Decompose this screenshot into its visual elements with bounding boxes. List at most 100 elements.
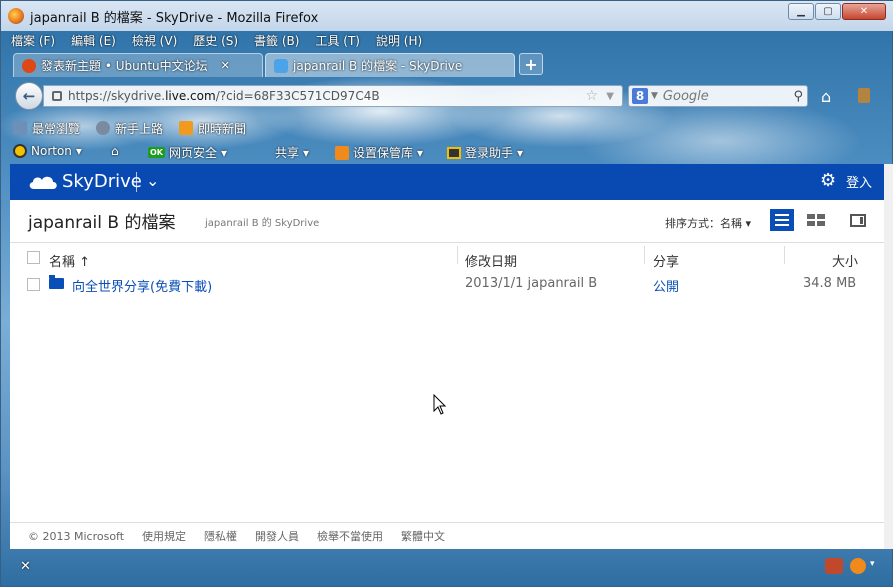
norton-icon	[13, 144, 27, 158]
addon-bar-close-icon[interactable]: ✕	[20, 559, 31, 574]
column-divider	[784, 246, 785, 264]
menu-tools[interactable]: 工具 (T)	[313, 32, 362, 50]
sign-in-link[interactable]: 登入	[846, 172, 872, 191]
home-addon-button[interactable]: ⌂	[111, 144, 119, 158]
home-icon: ⌂	[111, 144, 119, 158]
search-engine-icon[interactable]: 8	[632, 88, 648, 104]
select-all-checkbox[interactable]	[27, 251, 40, 264]
column-divider	[457, 246, 458, 264]
column-name[interactable]: 名稱 ↑	[49, 251, 90, 270]
vault-icon	[335, 145, 349, 160]
login-helper-label: 登录助手	[465, 146, 514, 160]
breadcrumb[interactable]: japanrail B 的 SkyDrive	[205, 214, 319, 229]
folder-icon	[49, 275, 64, 289]
status-bar: ✕ ▾	[10, 553, 884, 579]
thumbnail-view-button[interactable]	[804, 209, 828, 231]
new-tab-button[interactable]: +	[519, 53, 543, 75]
vault-button[interactable]: 设置保管库 ▾	[335, 144, 423, 161]
menu-file[interactable]: 檔案 (F)	[9, 32, 57, 50]
bookmark-most-visited[interactable]: 最常瀏覽	[13, 119, 80, 137]
share-button[interactable]: 共享 ▾	[275, 144, 309, 161]
skydrive-brand[interactable]: SkyDrive	[62, 171, 142, 192]
back-button[interactable]: ←	[15, 82, 43, 110]
skydrive-cloud-icon	[29, 176, 57, 189]
web-safety-label: 网页安全	[169, 146, 218, 160]
menu-edit[interactable]: 編輯 (E)	[69, 32, 118, 50]
gear-icon[interactable]: ⚙	[820, 170, 836, 191]
column-sharing[interactable]: 分享	[653, 251, 679, 270]
login-helper-button[interactable]: 登录助手 ▾	[447, 144, 523, 161]
bookmark-star-icon[interactable]: ☆	[585, 88, 598, 104]
page-title: japanrail B 的檔案	[28, 213, 176, 233]
chevron-down-icon: ▾	[517, 145, 524, 160]
chevron-down-icon[interactable]: ▾	[870, 559, 875, 569]
home-icon[interactable]: ⌂	[821, 87, 831, 106]
footer-link-language[interactable]: 繁體中文	[401, 528, 445, 544]
page-content: SkyDrive ⌄ ⚙ 登入 japanrail B 的檔案 japanrai…	[10, 164, 884, 549]
column-modified[interactable]: 修改日期	[465, 251, 517, 270]
search-bar[interactable]: 8 ▼ Google ⚲	[628, 85, 808, 107]
chevron-down-icon: ▾	[303, 145, 310, 160]
footer-link-developers[interactable]: 開發人員	[255, 528, 299, 544]
url-history-chevron-icon[interactable]: ▼	[606, 91, 614, 102]
rss-icon	[179, 121, 194, 135]
menu-help[interactable]: 說明 (H)	[374, 32, 424, 50]
skydrive-cloud-icon	[274, 58, 288, 73]
web-safety-button[interactable]: OK 网页安全 ▾	[148, 144, 227, 161]
footer-link-report-abuse[interactable]: 檢舉不當使用	[317, 528, 383, 544]
norton-label: Norton	[31, 144, 72, 158]
bookmark-label: 新手上路	[115, 121, 164, 136]
list-view-button[interactable]	[770, 209, 794, 231]
apps-chevron-down-icon[interactable]: ⌄	[146, 171, 159, 190]
row-checkbox[interactable]	[27, 278, 40, 291]
close-button[interactable]: ✕	[842, 3, 886, 20]
url-bar[interactable]: https://skydrive. live.com/?cid=68F33C571…	[43, 85, 623, 107]
back-arrow-icon: ←	[22, 87, 36, 105]
footer-link-terms[interactable]: 使用規定	[142, 528, 186, 544]
ok-badge-icon: OK	[148, 147, 165, 158]
minimize-button[interactable]: ▁	[788, 3, 814, 20]
navigation-bar: https://skydrive. live.com/?cid=68F33C571…	[13, 81, 883, 111]
tab-ubuntu-forum[interactable]: 發表新主題 • Ubuntu中文论坛 ✕	[13, 53, 263, 77]
title-bar: japanrail B 的檔案 - SkyDrive - Mozilla Fir…	[1, 1, 893, 31]
search-magnifier-icon[interactable]: ⚲	[793, 89, 803, 104]
norton-button[interactable]: Norton ▾	[13, 144, 82, 158]
tab-skydrive[interactable]: japanrail B 的檔案 - SkyDrive	[265, 53, 515, 77]
chevron-down-icon: ▾	[221, 145, 228, 160]
maximize-button[interactable]: ▢	[815, 3, 841, 20]
footer-link-privacy[interactable]: 隱私權	[204, 528, 237, 544]
menu-history[interactable]: 歷史 (S)	[191, 32, 240, 50]
url-suffix: /?cid=68F33C571CD97C4B	[215, 89, 380, 103]
menu-bookmarks[interactable]: 書籤 (B)	[252, 32, 301, 50]
tab-close-icon[interactable]: ✕	[221, 59, 230, 72]
addon-status-icon[interactable]	[825, 558, 843, 574]
list-view-icon	[775, 214, 789, 226]
column-divider	[644, 246, 645, 264]
bookmarks-library-icon[interactable]	[858, 88, 870, 103]
url-prefix: https://skydrive.	[68, 89, 166, 103]
bookmark-getting-started[interactable]: 新手上路	[96, 119, 163, 137]
column-header-row: 名稱 ↑ 修改日期 分享 大小	[10, 242, 884, 270]
search-engine-chevron-icon[interactable]: ▼	[651, 91, 658, 101]
page-footer: © 2013 Microsoft 使用規定 隱私權 開發人員 檢舉不當使用 繁體…	[10, 522, 884, 549]
bookmarks-toolbar: 最常瀏覽 新手上路 即時新聞	[13, 119, 246, 137]
copyright: © 2013 Microsoft	[28, 529, 125, 543]
lock-icon	[52, 91, 62, 101]
skydrive-header: SkyDrive ⌄ ⚙ 登入	[10, 164, 884, 200]
column-size[interactable]: 大小	[832, 251, 858, 270]
sharing-link[interactable]: 公開	[653, 276, 679, 295]
search-placeholder: Google	[662, 88, 709, 104]
bookmark-latest-news[interactable]: 即時新聞	[179, 119, 246, 137]
folder-name-link[interactable]: 向全世界分享(免費下載)	[72, 276, 212, 295]
vault-label: 设置保管库	[353, 146, 414, 160]
firefox-addon-icon[interactable]	[850, 558, 866, 574]
size-cell: 34.8 MB	[803, 276, 857, 291]
details-pane-icon	[850, 213, 866, 227]
most-visited-icon	[13, 121, 27, 135]
table-row[interactable]: 向全世界分享(免費下載) 2013/1/1 japanrail B 公開 34.…	[10, 272, 884, 298]
tab-strip: 發表新主題 • Ubuntu中文论坛 ✕ japanrail B 的檔案 - S…	[13, 53, 543, 77]
details-pane-button[interactable]	[846, 209, 870, 231]
vertical-scrollbar[interactable]	[884, 164, 893, 549]
menu-view[interactable]: 檢視 (V)	[130, 32, 179, 50]
sort-dropdown[interactable]: 排序方式：名稱 ▾	[665, 215, 751, 231]
